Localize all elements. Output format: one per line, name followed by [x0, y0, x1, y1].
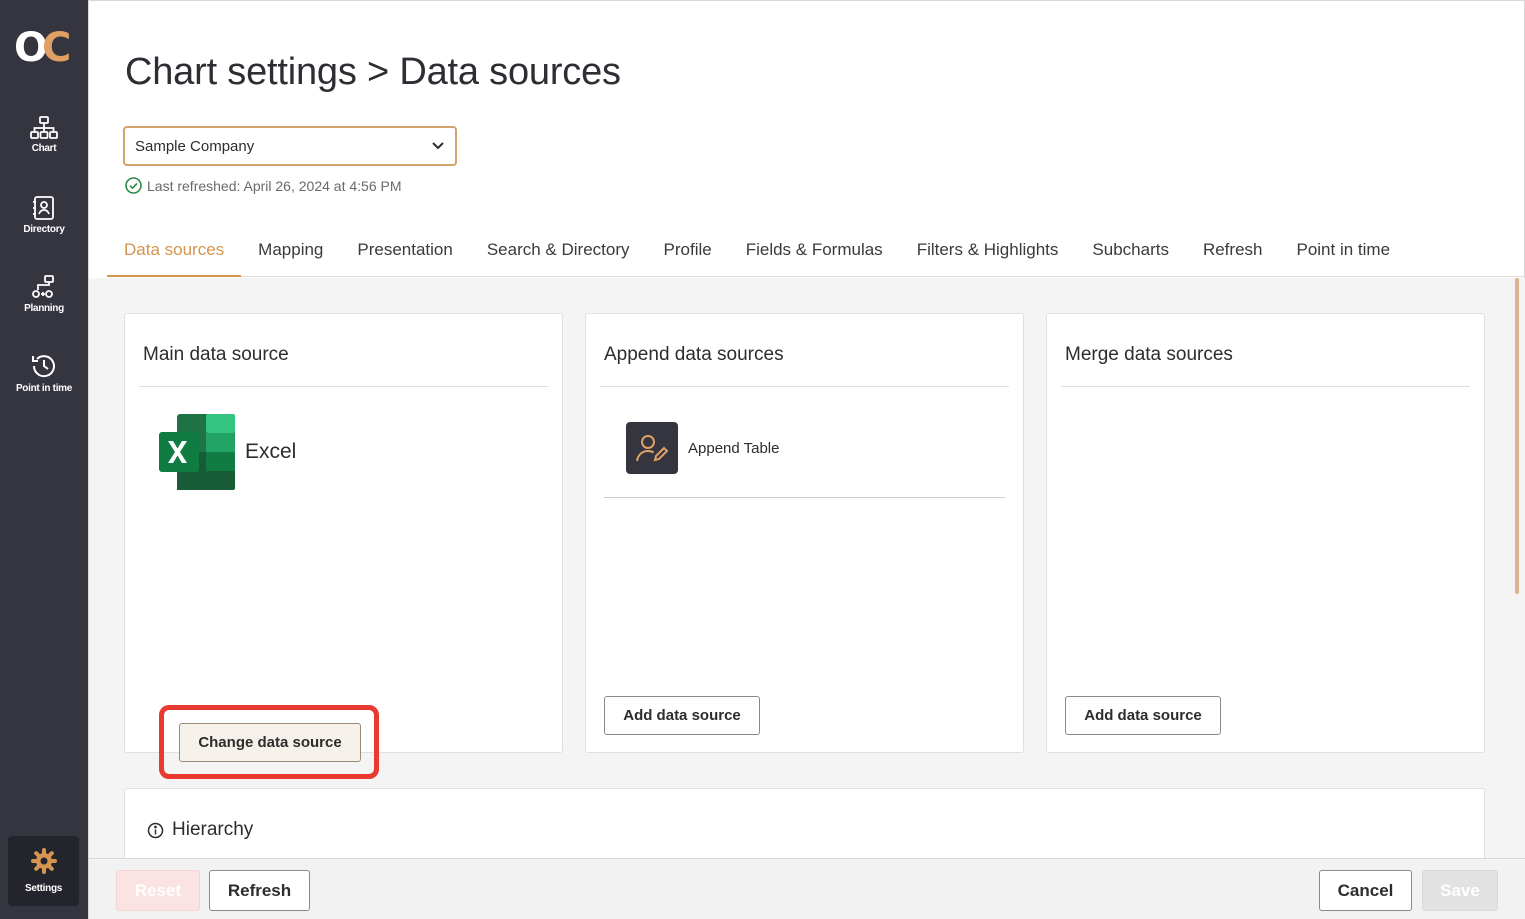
tab-data-sources[interactable]: Data sources	[107, 231, 242, 277]
oc-logo-icon[interactable]: OC	[14, 28, 74, 68]
planning-icon	[32, 275, 54, 298]
append-source-name: Append Table	[688, 439, 780, 457]
sidebar-item-point-in-time[interactable]: Point in time	[0, 352, 88, 394]
merge-sources-title: Merge data sources	[1065, 344, 1233, 365]
hierarchy-title: Hierarchy	[147, 819, 253, 841]
tab-point-in-time[interactable]: Point in time	[1279, 231, 1407, 277]
scrollbar[interactable]	[1515, 278, 1519, 594]
main-source-card: Main data source Excel Change data sourc…	[124, 313, 563, 779]
last-refreshed-text: Last refreshed: April 26, 2024 at 4:56 P…	[147, 177, 402, 194]
page-title: Chart settings > Data sources	[125, 51, 621, 93]
tab-refresh[interactable]: Refresh	[1186, 231, 1280, 277]
cancel-button[interactable]: Cancel	[1319, 870, 1412, 911]
tab-fields-formulas[interactable]: Fields & Formulas	[729, 231, 900, 277]
add-append-source-button[interactable]: Add data source	[604, 696, 760, 735]
change-data-source-button[interactable]: Change data source	[179, 723, 361, 762]
sidebar-item-label: Chart	[31, 143, 57, 154]
sidebar-item-label: Planning	[24, 303, 64, 314]
list-item[interactable]: Append Table	[626, 422, 779, 474]
append-sources-card: Append data sources Append Table Add dat…	[585, 313, 1024, 753]
sidebar: OC Chart Directory Planning Point in tim…	[0, 0, 88, 919]
check-circle-icon	[125, 177, 142, 194]
divider	[600, 386, 1009, 387]
excel-source: Excel	[157, 412, 296, 492]
company-select[interactable]: Sample Company	[123, 126, 457, 166]
info-icon[interactable]	[147, 822, 164, 839]
main-panel: Chart settings > Data sources Sample Com…	[88, 0, 1525, 919]
sidebar-item-settings[interactable]: Settings	[8, 836, 79, 906]
divider	[1061, 386, 1470, 387]
tab-search-directory[interactable]: Search & Directory	[470, 231, 647, 277]
tab-subcharts[interactable]: Subcharts	[1075, 231, 1186, 277]
sidebar-item-label: Settings	[24, 883, 63, 894]
divider	[139, 386, 548, 387]
hierarchy-label: Hierarchy	[172, 819, 254, 840]
org-chart-icon	[30, 116, 58, 139]
tab-profile[interactable]: Profile	[647, 231, 729, 277]
gear-icon	[30, 848, 57, 874]
last-refreshed: Last refreshed: April 26, 2024 at 4:56 P…	[125, 177, 402, 194]
reset-button[interactable]: Reset	[116, 870, 200, 911]
chevron-down-icon	[432, 142, 444, 150]
add-merge-source-button[interactable]: Add data source	[1065, 696, 1221, 735]
tab-content: Main data source Excel Change data sourc…	[89, 278, 1525, 858]
sidebar-item-label: Directory	[23, 224, 65, 235]
save-button[interactable]: Save	[1422, 870, 1498, 911]
excel-icon	[159, 414, 235, 490]
sidebar-item-chart[interactable]: Chart	[0, 116, 88, 154]
source-name: Excel	[245, 440, 297, 463]
company-select-value: Sample Company	[135, 137, 255, 155]
tab-mapping[interactable]: Mapping	[241, 231, 340, 277]
hierarchy-card: Hierarchy	[124, 788, 1485, 858]
sidebar-item-label: Point in time	[15, 383, 73, 394]
append-sources-title: Append data sources	[604, 344, 784, 365]
user-edit-icon	[626, 422, 678, 474]
merge-sources-card: Merge data sources Add data source	[1046, 313, 1485, 753]
directory-icon	[33, 196, 54, 220]
sidebar-item-directory[interactable]: Directory	[0, 195, 88, 235]
refresh-button[interactable]: Refresh	[209, 870, 310, 911]
settings-tabs: Data sources Mapping Presentation Search…	[107, 231, 1524, 277]
tab-filters-highlights[interactable]: Filters & Highlights	[900, 231, 1076, 277]
main-source-title: Main data source	[143, 344, 289, 365]
history-icon	[32, 355, 55, 378]
divider	[604, 497, 1005, 498]
sidebar-item-planning[interactable]: Planning	[0, 274, 88, 314]
tab-presentation[interactable]: Presentation	[340, 231, 469, 277]
footer-bar: Reset Refresh Cancel Save	[89, 858, 1525, 919]
